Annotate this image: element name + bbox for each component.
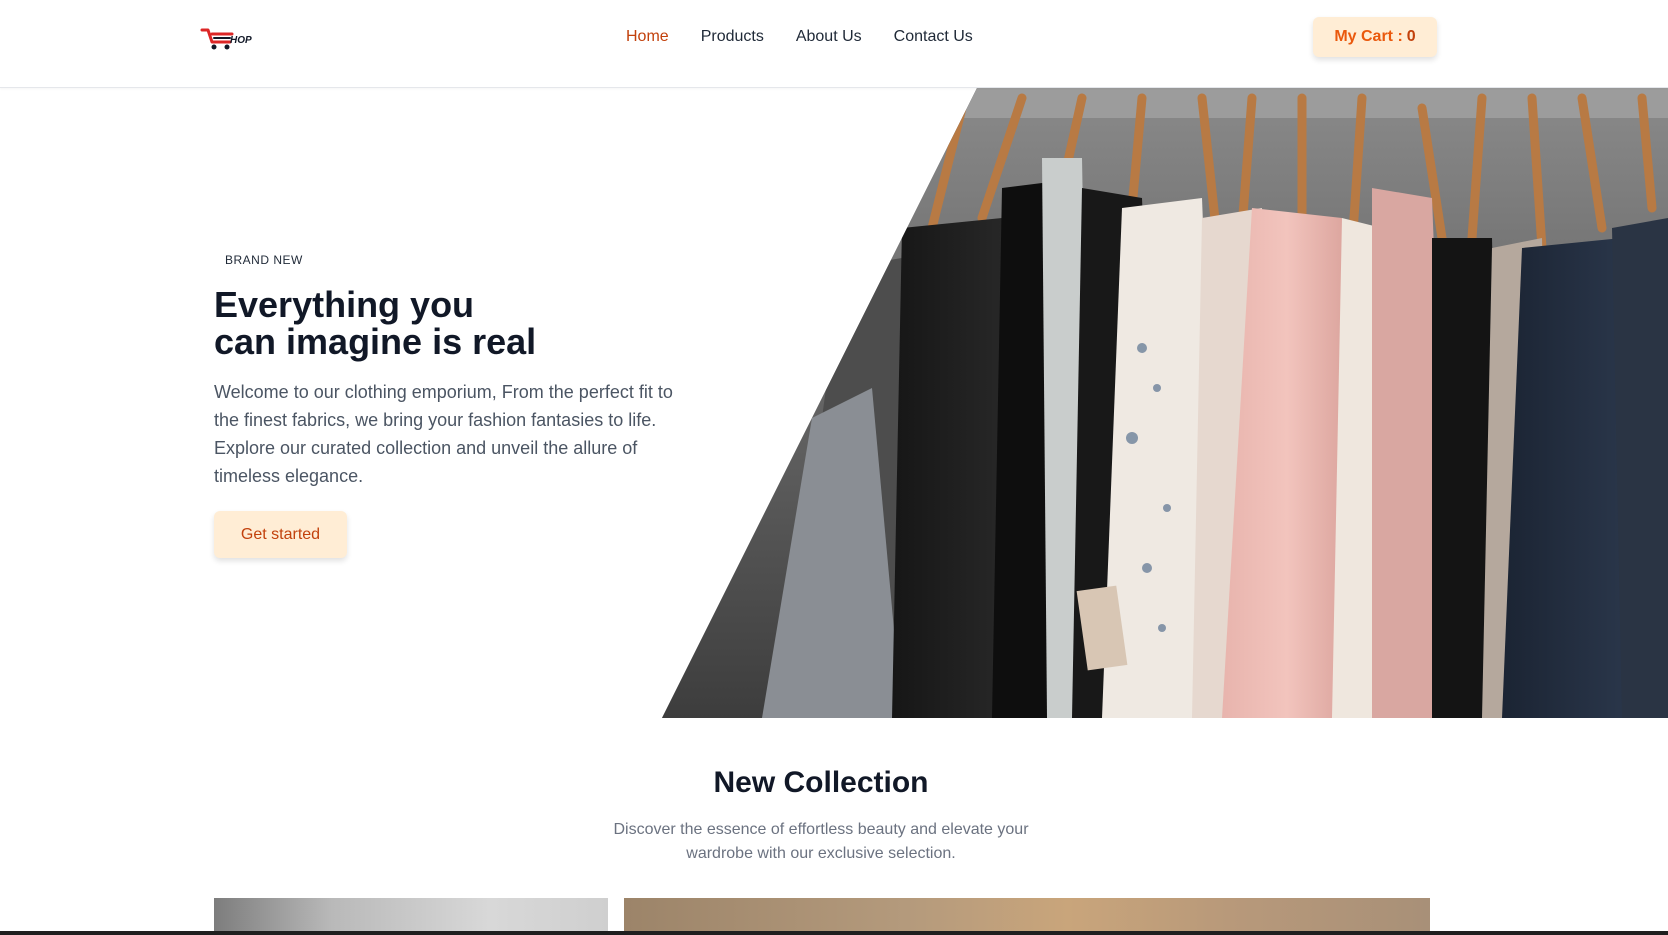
logo-text: HOP bbox=[230, 35, 252, 46]
site-header: HOP Home Products About Us Contact Us My… bbox=[0, 0, 1668, 88]
hero-title-line2: can imagine is real bbox=[214, 321, 537, 362]
hero-description: Welcome to our clothing emporium, From t… bbox=[214, 382, 673, 486]
main-nav: Home Products About Us Contact Us bbox=[626, 26, 973, 48]
nav-contact-us[interactable]: Contact Us bbox=[894, 26, 973, 48]
collection-subtitle: Discover the essence of effortless beaut… bbox=[613, 821, 1029, 862]
nav-about-us[interactable]: About Us bbox=[796, 26, 862, 48]
cart-count: 0 bbox=[1406, 28, 1416, 45]
get-started-button[interactable]: Get started bbox=[214, 511, 347, 558]
logo[interactable]: HOP bbox=[200, 24, 262, 52]
my-cart-button[interactable]: My Cart : 0 bbox=[1313, 17, 1437, 57]
brand-new-tag: BRAND NEW bbox=[225, 253, 303, 267]
collection-card-image[interactable] bbox=[214, 898, 608, 935]
nav-products[interactable]: Products bbox=[701, 26, 764, 48]
collection-title: New Collection bbox=[713, 766, 929, 799]
hero-title-line1: Everything you bbox=[214, 284, 475, 325]
hero-title: Everything you can imagine is real bbox=[214, 286, 634, 360]
window-bottom-edge bbox=[0, 931, 1668, 935]
nav-home[interactable]: Home bbox=[626, 26, 669, 48]
collection-card-image[interactable] bbox=[624, 898, 1430, 935]
hero-clothing-rack-image bbox=[662, 88, 1668, 718]
cart-label: My Cart : bbox=[1334, 28, 1403, 45]
